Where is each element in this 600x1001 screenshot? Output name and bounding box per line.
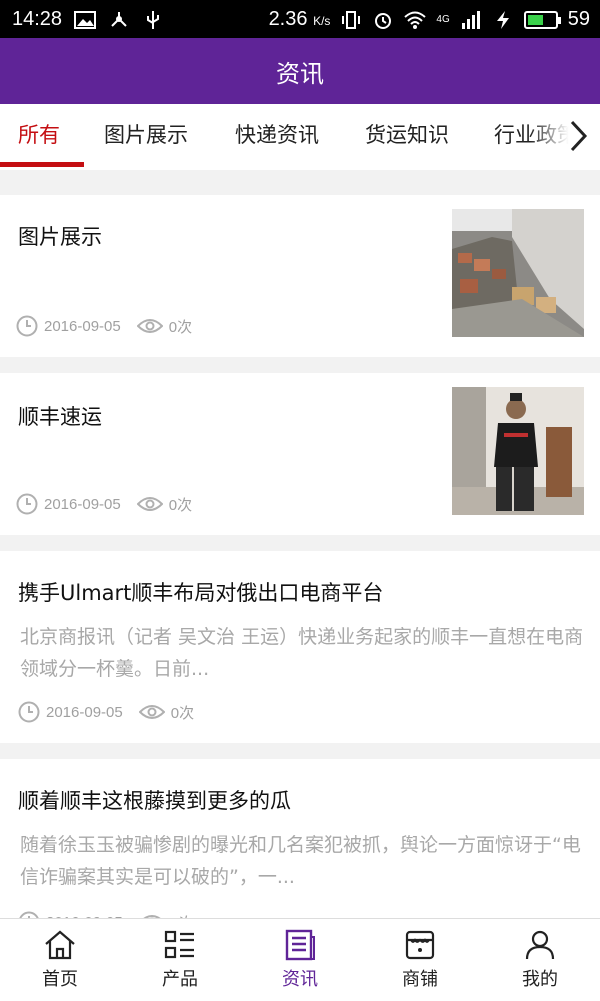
nav-news[interactable]: 资讯 xyxy=(240,919,360,1001)
news-icon xyxy=(285,929,315,961)
article-thumbnail xyxy=(452,209,584,337)
article-title: 顺丰速运 xyxy=(18,405,102,429)
battery-level: 59 xyxy=(567,8,590,30)
article-title: 图片展示 xyxy=(18,225,102,249)
article-meta: 2016-09-05 0次 xyxy=(18,701,194,723)
nav-home-label: 首页 xyxy=(42,969,78,990)
nav-products-label: 产品 xyxy=(162,969,198,990)
list-item[interactable]: 顺丰速运 2016-09-05 0次 xyxy=(0,373,600,535)
wifi-icon xyxy=(404,11,427,29)
nav-shop[interactable]: 商铺 xyxy=(360,919,480,1001)
user-icon xyxy=(525,930,555,960)
nav-profile-label: 我的 xyxy=(522,969,558,990)
list-item[interactable]: 图片展示 2016-09-05 0次 xyxy=(0,195,600,357)
charging-icon xyxy=(496,10,509,29)
clock-icon xyxy=(16,493,38,515)
home-icon xyxy=(45,930,75,960)
article-meta: 2016-09-05 0次 xyxy=(16,315,192,337)
tab-all[interactable]: 所有 xyxy=(18,104,60,170)
nav-products[interactable]: 产品 xyxy=(120,919,240,1001)
battery-icon xyxy=(523,10,561,29)
tab-express-news[interactable]: 快递资讯 xyxy=(235,104,319,170)
article-summary: 随着徐玉玉被骗惨剧的曝光和几名案犯被抓，舆论一方面惊讶于“电信诈骗案其实是可以破… xyxy=(20,834,581,888)
network-type: 4G xyxy=(436,14,450,25)
grid-list-icon xyxy=(164,930,194,959)
tab-pictures[interactable]: 图片展示 xyxy=(104,104,188,170)
active-tab-indicator xyxy=(0,162,84,167)
app-bar: 资讯 xyxy=(0,38,600,104)
category-tabs: 所有 图片展示 快递资讯 货运知识 行业政策 xyxy=(0,104,600,170)
list-item[interactable]: 携手Ulmart顺丰布局对俄出口电商平台 北京商报讯（记者 吴文治 王运）快递业… xyxy=(0,551,600,743)
article-date: 2016-09-05 xyxy=(44,495,121,513)
eye-icon xyxy=(136,319,163,333)
vibrate-icon xyxy=(342,10,361,29)
nav-profile[interactable]: 我的 xyxy=(480,919,600,1001)
clock-icon xyxy=(18,701,40,723)
page-title: 资讯 xyxy=(276,59,324,88)
nav-shop-label: 商铺 xyxy=(402,969,438,990)
eye-icon xyxy=(138,705,165,719)
usb-icon xyxy=(147,10,160,29)
bottom-navigation: 首页 产品 资讯 商铺 我的 xyxy=(0,918,600,1001)
share-icon xyxy=(111,11,127,27)
article-title: 顺着顺丰这根藤摸到更多的瓜 xyxy=(18,789,291,813)
article-date: 2016-09-05 xyxy=(46,703,123,721)
alarm-icon xyxy=(375,12,392,29)
signal-icon xyxy=(461,10,480,29)
eye-icon xyxy=(136,497,163,511)
net-speed: 2.36 K/s xyxy=(268,8,331,30)
article-meta: 2016-09-05 0次 xyxy=(16,493,192,515)
article-date: 2016-09-05 xyxy=(44,317,121,335)
article-views: 0次 xyxy=(168,318,193,336)
gallery-icon xyxy=(74,10,97,29)
chevron-right-icon[interactable] xyxy=(566,118,590,154)
clock: 14:28 xyxy=(12,8,63,30)
article-views: 0次 xyxy=(170,704,195,722)
article-thumbnail xyxy=(452,387,584,515)
clock-icon xyxy=(16,315,38,337)
nav-news-label: 资讯 xyxy=(282,969,318,990)
article-summary: 北京商报讯（记者 吴文治 王运）快递业务起家的顺丰一直想在电商领域分一杯羹。日前… xyxy=(20,626,584,680)
nav-home[interactable]: 首页 xyxy=(0,919,120,1001)
status-bar: 14:28 2.36 K/s 4G 59 xyxy=(0,0,600,38)
article-title: 携手Ulmart顺丰布局对俄出口电商平台 xyxy=(18,581,384,605)
article-views: 0次 xyxy=(168,496,193,514)
courier-image xyxy=(452,387,584,515)
warehouse-image xyxy=(452,209,584,337)
tab-freight-knowledge[interactable]: 货运知识 xyxy=(365,104,449,170)
shop-icon xyxy=(405,930,435,960)
